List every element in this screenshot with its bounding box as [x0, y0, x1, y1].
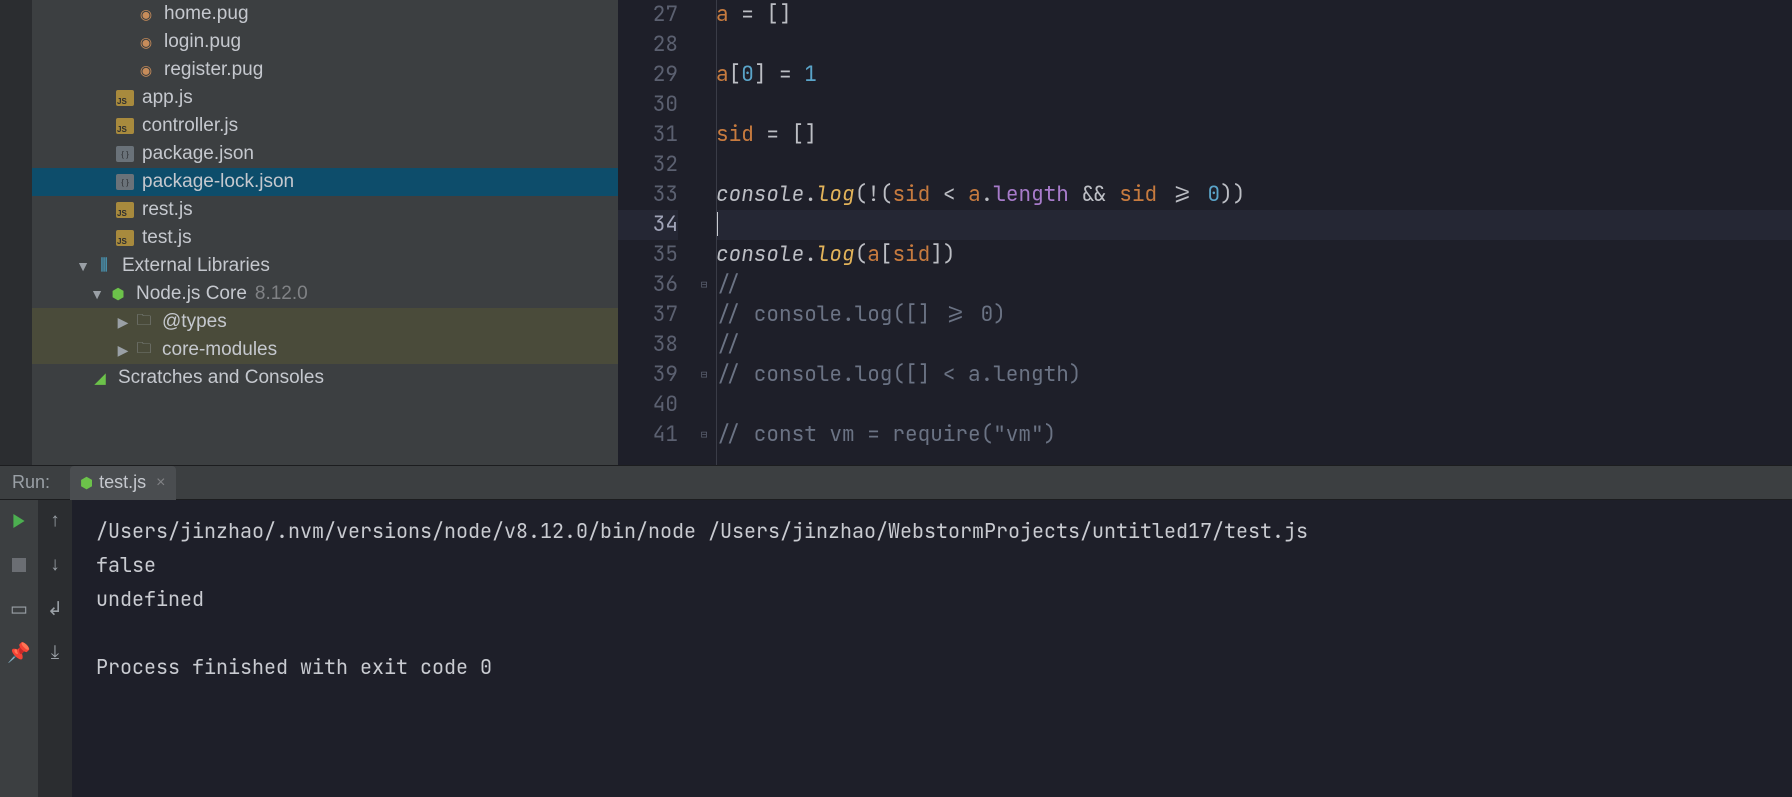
- code-line-28[interactable]: [716, 30, 1792, 60]
- tree-file-controller-js[interactable]: controller.js: [32, 112, 618, 140]
- scroll-end-button[interactable]: ⤓: [44, 642, 66, 664]
- up-icon[interactable]: ↑: [44, 510, 66, 532]
- rerun-button[interactable]: [8, 510, 30, 532]
- code-line-34[interactable]: [716, 210, 1792, 240]
- stop-button[interactable]: [8, 554, 30, 576]
- indent-guide: [716, 0, 717, 465]
- down-icon[interactable]: ↓: [44, 554, 66, 576]
- tree-label: External Libraries: [122, 255, 270, 277]
- json-icon: { }: [116, 146, 134, 162]
- tree-label: Scratches and Consoles: [118, 367, 324, 389]
- tree-label: controller.js: [142, 115, 238, 137]
- tree-version: 8.12.0: [255, 283, 308, 305]
- tree-label: package-lock.json: [142, 171, 294, 193]
- code-line-36[interactable]: //: [716, 270, 1792, 300]
- run-tab-label: test.js: [99, 472, 146, 493]
- tree-label: Node.js Core: [136, 283, 247, 305]
- tree-file-package-lock-json[interactable]: { } package-lock.json: [32, 168, 618, 196]
- tree-label: app.js: [142, 87, 193, 109]
- code-line-35[interactable]: console.log(a[sid]): [716, 240, 1792, 270]
- code-line-41[interactable]: // const vm = require("vm"): [716, 420, 1792, 450]
- run-header: Run: ⬢ test.js ×: [0, 466, 1792, 500]
- tree-folder-core-modules[interactable]: ▶ 🗀 core-modules: [32, 336, 618, 364]
- nodejs-icon: ⬢: [80, 474, 93, 492]
- js-icon: [116, 202, 134, 218]
- tree-label: rest.js: [142, 199, 193, 221]
- tree-label: core-modules: [162, 339, 277, 361]
- library-icon: ⫼: [94, 256, 114, 276]
- left-rail: [0, 0, 32, 465]
- pug-icon: ◉: [136, 60, 156, 80]
- code-line-39[interactable]: // console.log([] < a.length): [716, 360, 1792, 390]
- tree-file-app-js[interactable]: app.js: [32, 84, 618, 112]
- code-line-32[interactable]: [716, 150, 1792, 180]
- tree-folder-types[interactable]: ▶ 🗀 @types: [32, 308, 618, 336]
- code-line-40[interactable]: [716, 390, 1792, 420]
- json-icon: { }: [116, 174, 134, 190]
- js-icon: [116, 90, 134, 106]
- run-nav: ↑ ↓ ↲ ⤓: [38, 500, 72, 797]
- code-line-27[interactable]: a = []: [716, 0, 1792, 30]
- tree-external-libraries[interactable]: ▼ ⫼ External Libraries: [32, 252, 618, 280]
- pin-button[interactable]: 📌: [8, 642, 30, 664]
- tree-file-package-json[interactable]: { } package.json: [32, 140, 618, 168]
- chevron-down-icon: ▼: [76, 258, 90, 274]
- tree-label: login.pug: [164, 31, 241, 53]
- code-line-30[interactable]: [716, 90, 1792, 120]
- run-toolbar: ▭ 📌: [0, 500, 38, 797]
- js-icon: [116, 118, 134, 134]
- nodejs-icon: ⬢: [108, 284, 128, 304]
- chevron-down-icon: ▼: [90, 286, 104, 302]
- tree-node-core[interactable]: ▼ ⬢ Node.js Core 8.12.0: [32, 280, 618, 308]
- fold-column: ⊟⊟⊟: [696, 0, 712, 465]
- folder-icon: 🗀: [134, 312, 154, 332]
- tree-label: home.pug: [164, 3, 249, 25]
- close-icon[interactable]: ×: [156, 474, 165, 492]
- console-output[interactable]: /Users/jinzhao/.nvm/versions/node/v8.12.…: [72, 500, 1792, 797]
- run-panel: Run: ⬢ test.js × ▭ 📌 ↑ ↓ ↲ ⤓ /U: [0, 465, 1792, 797]
- code-line-29[interactable]: a[0] = 1: [716, 60, 1792, 90]
- pug-icon: ◉: [136, 4, 156, 24]
- tree-scratches[interactable]: ◢ Scratches and Consoles: [32, 364, 618, 392]
- code-line-31[interactable]: sid = []: [716, 120, 1792, 150]
- tree-label: test.js: [142, 227, 192, 249]
- layout-button[interactable]: ▭: [8, 598, 30, 620]
- code-line-37[interactable]: // console.log([] >= 0): [716, 300, 1792, 330]
- scratches-icon: ◢: [90, 368, 110, 388]
- code-line-38[interactable]: //: [716, 330, 1792, 360]
- tree-label: register.pug: [164, 59, 263, 81]
- tree-file-login-pug[interactable]: ◉ login.pug: [32, 28, 618, 56]
- tree-label: package.json: [142, 143, 254, 165]
- project-tree[interactable]: ◉ home.pug ◉ login.pug ◉ register.pug app.js co…: [32, 0, 618, 465]
- folder-icon: 🗀: [134, 340, 154, 360]
- gutter: 272829303132333435363738394041: [618, 0, 696, 465]
- tree-file-rest-js[interactable]: rest.js: [32, 196, 618, 224]
- code-line-33[interactable]: console.log(!(sid < a.length && sid >= 0…: [716, 180, 1792, 210]
- tree-file-register-pug[interactable]: ◉ register.pug: [32, 56, 618, 84]
- run-tab[interactable]: ⬢ test.js ×: [70, 466, 175, 500]
- chevron-right-icon: ▶: [116, 314, 130, 331]
- pug-icon: ◉: [136, 32, 156, 52]
- tree-file-test-js[interactable]: test.js: [32, 224, 618, 252]
- code-editor[interactable]: 272829303132333435363738394041 ⊟⊟⊟ a = […: [618, 0, 1792, 465]
- chevron-right-icon: ▶: [116, 342, 130, 359]
- tree-label: @types: [162, 311, 227, 333]
- soft-wrap-button[interactable]: ↲: [44, 598, 66, 620]
- tree-file-home-pug[interactable]: ◉ home.pug: [32, 0, 618, 28]
- js-icon: [116, 230, 134, 246]
- run-title: Run:: [12, 472, 50, 493]
